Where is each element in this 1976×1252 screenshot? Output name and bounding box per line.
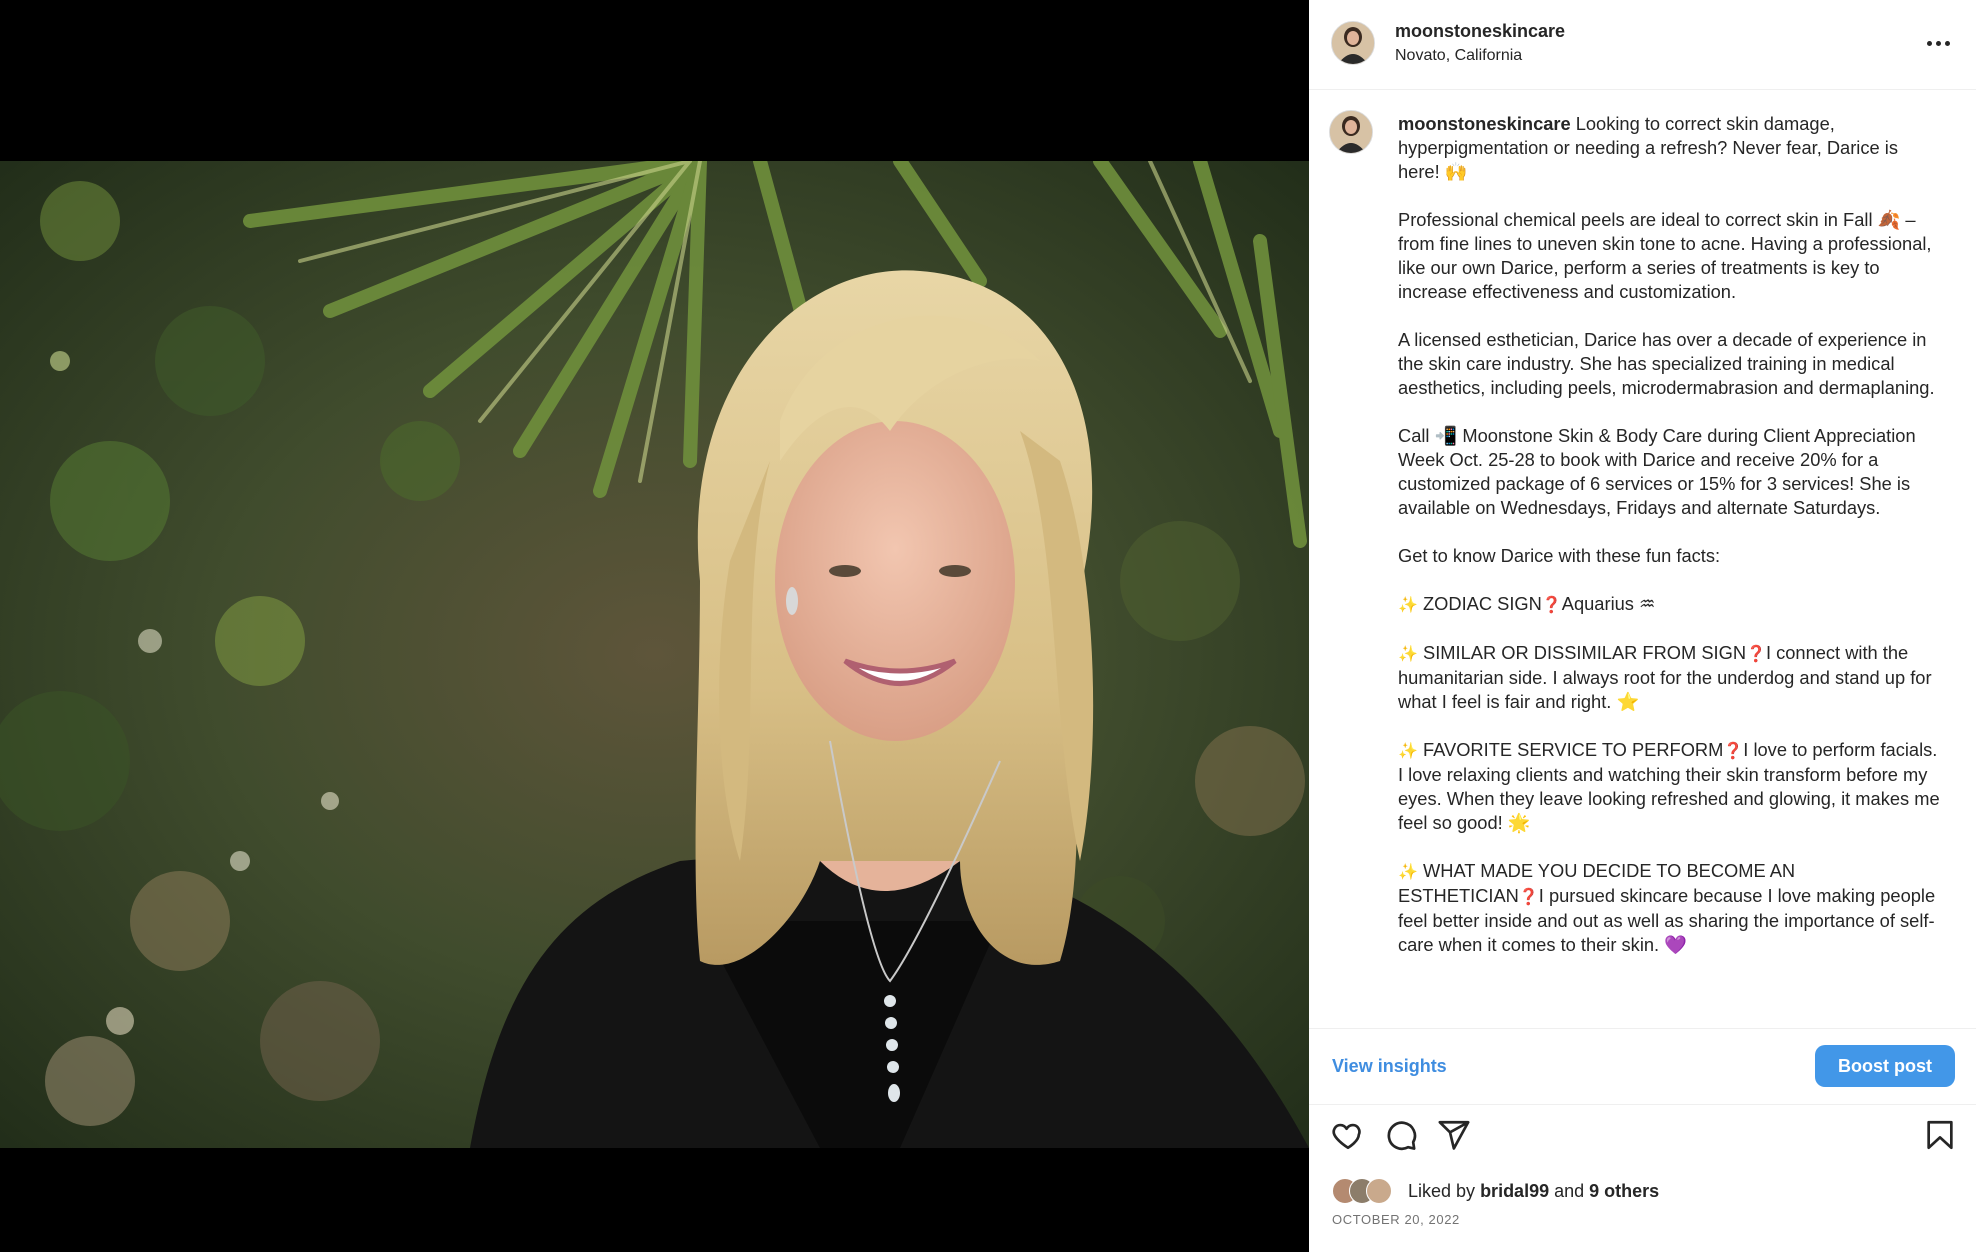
caption-paragraph: Get to know Darice with these fun facts: xyxy=(1398,545,1721,566)
portrait-photo-illustration xyxy=(0,161,1309,1148)
caption-scroll-area[interactable]: moonstoneskincare Looking to correct skin… xyxy=(1309,90,1976,1028)
question-mark-icon: ❓ xyxy=(1723,741,1744,760)
post-location[interactable]: Novato, California xyxy=(1395,47,1522,65)
sparkle-icon: ✨ xyxy=(1398,741,1418,760)
avatar[interactable] xyxy=(1331,21,1375,65)
post-side-panel: moonstoneskincare Novato, California moo… xyxy=(1309,0,1976,1252)
likes-and: and xyxy=(1554,1180,1585,1201)
boost-post-button[interactable]: Boost post xyxy=(1815,1045,1955,1087)
bookmark-icon[interactable] xyxy=(1923,1118,1957,1152)
more-dot xyxy=(1935,40,1941,46)
caption-paragraph: A licensed esthetician, Darice has over … xyxy=(1398,329,1935,398)
avatar-image xyxy=(1330,111,1372,153)
post-author-username[interactable]: moonstoneskincare xyxy=(1395,21,1565,42)
post-photo[interactable] xyxy=(0,161,1309,1148)
fun-fact-question: SIMILAR OR DISSIMILAR FROM SIGN xyxy=(1423,642,1747,663)
fun-fact: ✨ ZODIAC SIGN❓Aquarius ♒ xyxy=(1398,592,1943,617)
question-mark-icon: ❓ xyxy=(1541,595,1562,614)
divider xyxy=(1309,1028,1976,1029)
sparkle-icon: ✨ xyxy=(1398,595,1418,614)
more-dot xyxy=(1926,40,1932,46)
liker-username[interactable]: bridal99 xyxy=(1480,1181,1549,1202)
sparkle-icon: ✨ xyxy=(1398,644,1418,663)
caption-paragraph: Professional chemical peels are ideal to… xyxy=(1398,209,1932,302)
comment-icon[interactable] xyxy=(1384,1118,1418,1152)
more-options-icon[interactable] xyxy=(1918,28,1958,58)
view-insights-link[interactable]: View insights xyxy=(1332,1056,1447,1077)
post-media[interactable] xyxy=(0,0,1309,1252)
avatar-image xyxy=(1332,22,1374,64)
divider xyxy=(1309,1104,1976,1105)
fun-fact-question: ZODIAC SIGN xyxy=(1423,593,1542,614)
share-icon[interactable] xyxy=(1437,1118,1471,1152)
post-date[interactable]: OCTOBER 20, 2022 xyxy=(1332,1212,1460,1227)
likes-others[interactable]: 9 others xyxy=(1589,1181,1659,1202)
caption-intro: moonstoneskincare Looking to correct skin… xyxy=(1398,112,1943,184)
caption-username[interactable]: moonstoneskincare xyxy=(1398,113,1571,134)
post-modal: moonstoneskincare Novato, California moo… xyxy=(0,0,1976,1252)
post-caption: moonstoneskincare Looking to correct skin… xyxy=(1398,112,1943,981)
fun-fact: ✨ WHAT MADE YOU DECIDE TO BECOME AN ESTH… xyxy=(1398,859,1943,957)
fun-fact-answer: Aquarius ♒ xyxy=(1561,593,1656,614)
caption-avatar[interactable] xyxy=(1329,110,1373,154)
fun-fact-question: FAVORITE SERVICE TO PERFORM xyxy=(1423,739,1724,760)
likes-summary[interactable]: Liked by bridal99 and 9 others xyxy=(1332,1178,1659,1204)
more-dot xyxy=(1944,40,1950,46)
liker-avatar xyxy=(1366,1178,1392,1204)
question-mark-icon: ❓ xyxy=(1518,887,1539,906)
likes-prefix: Liked by xyxy=(1408,1180,1476,1201)
question-mark-icon: ❓ xyxy=(1746,644,1766,663)
heart-icon[interactable] xyxy=(1331,1118,1365,1152)
liker-avatars xyxy=(1332,1178,1402,1204)
fun-fact: ✨ FAVORITE SERVICE TO PERFORM❓I love to … xyxy=(1398,738,1943,835)
caption-paragraph: Call 📲 Moonstone Skin & Body Care during… xyxy=(1398,425,1916,518)
post-actions-bar xyxy=(1309,1118,1976,1162)
sparkle-icon: ✨ xyxy=(1398,862,1418,881)
fun-fact: ✨ SIMILAR OR DISSIMILAR FROM SIGN❓I conn… xyxy=(1398,641,1943,714)
post-header: moonstoneskincare Novato, California xyxy=(1309,0,1976,90)
